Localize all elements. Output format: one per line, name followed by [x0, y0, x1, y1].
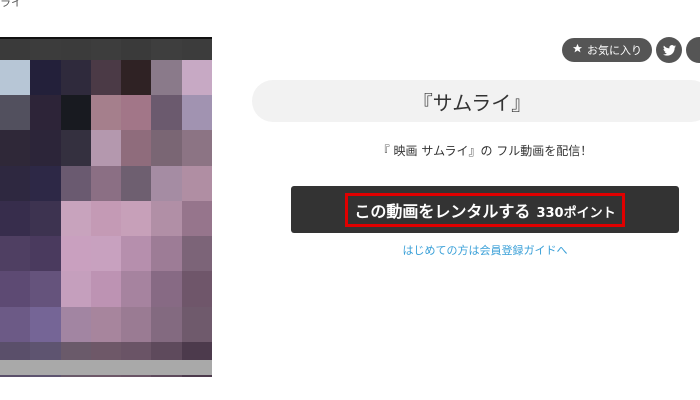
mosaic-tile: [0, 306, 31, 342]
mosaic-tile: [60, 130, 91, 166]
mosaic-tile: [60, 236, 91, 272]
mosaic-tile: [90, 306, 122, 342]
video-title-box: 『サムライ』: [252, 80, 700, 122]
mosaic-tile: [90, 130, 122, 166]
favorite-button[interactable]: お気に入り: [562, 38, 652, 62]
mosaic-tile: [181, 165, 212, 201]
mosaic-tile: [181, 236, 212, 272]
twitter-icon: [662, 41, 676, 60]
mosaic-tile: [30, 200, 61, 237]
mosaic-tile: [121, 95, 152, 131]
rent-points: 330ポイント: [536, 205, 616, 221]
mosaic-tile: [151, 236, 182, 272]
breadcrumb: ライ: [0, 0, 22, 9]
mosaic-tile: [60, 306, 91, 342]
mosaic-tile: [0, 60, 31, 96]
thumbnail-bar: [0, 360, 212, 375]
mosaic-tile: [30, 39, 61, 60]
twitter-button[interactable]: [656, 37, 682, 63]
mosaic-tile: [60, 200, 91, 237]
mosaic-tile: [0, 165, 31, 201]
mosaic-tile: [151, 60, 182, 96]
mosaic-tile: [90, 39, 122, 60]
mosaic-tile: [121, 236, 152, 272]
mosaic-tile: [0, 130, 31, 166]
mosaic-tile: [181, 200, 212, 237]
mosaic-tile: [181, 306, 212, 342]
mosaic-tile: [60, 60, 91, 96]
mosaic-tile: [30, 165, 61, 201]
mosaic-tile: [121, 39, 152, 60]
mosaic-tile: [181, 60, 212, 96]
mosaic-tile: [151, 39, 182, 60]
mosaic-tile: [151, 200, 182, 237]
registration-guide-link[interactable]: はじめての方は会員登録ガイドへ: [291, 242, 679, 258]
mosaic-tile: [0, 95, 31, 131]
mosaic-tile: [30, 130, 61, 166]
mosaic-tile: [60, 271, 91, 307]
mosaic-tile: [151, 130, 182, 166]
mosaic-tile: [0, 39, 31, 60]
mosaic-tile: [90, 95, 122, 131]
mosaic-tile: [121, 165, 152, 201]
star-icon: [572, 43, 583, 57]
mosaic-tile: [121, 200, 152, 237]
mosaic-tile: [90, 60, 122, 96]
mosaic-tile: [181, 130, 212, 166]
mosaic-tile: [0, 200, 31, 237]
mosaic-tile: [90, 236, 122, 272]
mosaic-tile: [30, 271, 61, 307]
mosaic-tile: [90, 271, 122, 307]
mosaic-tile: [121, 271, 152, 307]
mosaic-tile: [90, 200, 122, 237]
mosaic-tile: [151, 165, 182, 201]
video-thumbnail[interactable]: [0, 37, 212, 377]
mosaic-tile: [151, 271, 182, 307]
mosaic-tile: [60, 39, 91, 60]
mosaic-tile: [0, 236, 31, 272]
rent-button[interactable]: この動画をレンタルする 330ポイント: [291, 186, 679, 233]
mosaic-tile: [121, 130, 152, 166]
rent-label: この動画をレンタルする: [354, 201, 531, 221]
mosaic-tile: [151, 95, 182, 131]
mosaic-tile: [181, 39, 212, 60]
favorite-label: お気に入り: [587, 44, 642, 57]
video-description: 『 映画 サムライ』の フル動画を配信！: [377, 144, 593, 158]
mosaic-tile: [181, 95, 212, 131]
mosaic-tile: [0, 271, 31, 307]
mosaic-tile: [121, 60, 152, 96]
mosaic-tile: [30, 236, 61, 272]
video-title: 『サムライ』: [412, 90, 532, 115]
mosaic-tile: [151, 306, 182, 342]
mosaic-tile: [30, 306, 61, 342]
mosaic-tile: [30, 95, 61, 131]
share-button[interactable]: [686, 37, 700, 63]
share-actions: お気に入り: [562, 37, 700, 63]
mosaic-tile: [90, 165, 122, 201]
mosaic-tile: [60, 95, 91, 131]
rent-highlight: この動画をレンタルする 330ポイント: [345, 192, 625, 227]
mosaic-tile: [60, 165, 91, 201]
mosaic-tile: [30, 60, 61, 96]
mosaic-tile: [181, 271, 212, 307]
mosaic-tile: [121, 306, 152, 342]
